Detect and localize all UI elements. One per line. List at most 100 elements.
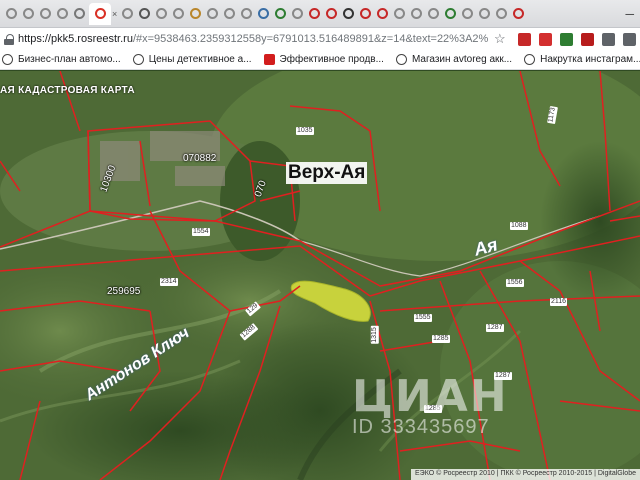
tab[interactable] xyxy=(375,7,389,21)
tab[interactable] xyxy=(171,7,185,21)
share-icon[interactable] xyxy=(602,32,615,46)
address-bar[interactable]: https://pkk5.rosreestr.ru/#x=9538463.235… xyxy=(0,28,640,50)
tab[interactable] xyxy=(273,7,287,21)
tab-favicon-icon xyxy=(393,8,405,19)
opera-icon[interactable] xyxy=(539,32,552,46)
tab-favicon-icon xyxy=(461,8,473,19)
close-tab-icon[interactable]: × xyxy=(112,9,117,19)
tab[interactable] xyxy=(426,7,440,21)
tab-favicon-icon xyxy=(427,8,439,19)
menu-icon[interactable] xyxy=(623,32,636,46)
tab[interactable] xyxy=(392,7,406,21)
parcel-label-1555[interactable]: 1555 xyxy=(414,314,432,322)
tab-favicon-icon xyxy=(444,8,456,19)
tab[interactable] xyxy=(409,7,423,21)
tab-favicon-icon xyxy=(223,8,235,19)
tab[interactable] xyxy=(137,7,151,21)
tab-favicon-icon xyxy=(308,8,320,19)
tab-favicon-icon xyxy=(291,8,303,19)
bookmark-item[interactable]: Эффективное продв... xyxy=(263,54,384,65)
tab-favicon-icon xyxy=(342,8,354,19)
tab-favicon-icon xyxy=(5,8,17,19)
tab[interactable] xyxy=(239,7,253,21)
url-host: https://pkk5.rosreestr.ru xyxy=(18,33,133,45)
parcel-label-1285-a[interactable]: 1285 xyxy=(432,335,450,343)
tab-favicon-icon xyxy=(138,8,150,19)
tab-favicon-icon xyxy=(206,8,218,19)
tab-favicon-icon xyxy=(478,8,490,19)
tab[interactable] xyxy=(460,7,474,21)
tab-favicon-icon xyxy=(495,8,507,19)
tab[interactable] xyxy=(256,7,270,21)
tab[interactable] xyxy=(290,7,304,21)
tab[interactable] xyxy=(188,7,202,21)
tab-favicon-icon xyxy=(189,8,201,19)
tab-favicon-icon xyxy=(121,8,133,19)
tab[interactable] xyxy=(511,7,525,21)
extension-badge-icon[interactable] xyxy=(560,32,573,46)
parcel-label-1554[interactable]: 1554 xyxy=(192,228,210,236)
globe-icon xyxy=(524,54,536,65)
parcel-label-2116[interactable]: 2116 xyxy=(550,298,568,306)
globe-icon xyxy=(132,54,144,65)
window-controls: ─ xyxy=(625,7,640,21)
tab-strip: × ─ xyxy=(0,0,640,28)
bookmark-label: Магазин avtoreg акк... xyxy=(411,54,513,65)
lock-icon[interactable] xyxy=(4,33,14,45)
tab[interactable] xyxy=(324,7,338,21)
tab-favicon-icon xyxy=(376,8,388,19)
tab[interactable] xyxy=(21,7,35,21)
tab-favicon-icon xyxy=(410,8,422,19)
minimize-icon[interactable]: ─ xyxy=(625,7,634,21)
cadastral-map[interactable]: АЯ КАДАСТРОВАЯ КАРТА Верх-Ая Ая Антонов … xyxy=(0,71,640,480)
bookmark-label: Эффективное продв... xyxy=(279,54,384,65)
tab[interactable] xyxy=(38,7,52,21)
parcel-label-1035[interactable]: 1035 xyxy=(296,127,314,135)
tab-favicon-icon xyxy=(172,8,184,19)
map-attribution: ЕЭКО © Росреестр 2010 | ПКК © Росреестр … xyxy=(411,469,640,480)
tab-favicon-icon xyxy=(359,8,371,19)
parcel-label-1287-a[interactable]: 1287 xyxy=(486,324,504,332)
tab[interactable] xyxy=(341,7,355,21)
parcel-label-2314[interactable]: 2314 xyxy=(160,278,178,286)
tab[interactable] xyxy=(443,7,457,21)
tab[interactable] xyxy=(494,7,508,21)
red-icon xyxy=(263,54,275,65)
parcel-label-1556[interactable]: 1556 xyxy=(506,279,524,287)
tab[interactable] xyxy=(72,7,86,21)
tab[interactable] xyxy=(205,7,219,21)
village-label[interactable]: Верх-Ая xyxy=(286,162,368,184)
tab-favicon-icon xyxy=(39,8,51,19)
map-title: АЯ КАДАСТРОВАЯ КАРТА xyxy=(0,85,135,96)
tab-favicon-icon xyxy=(274,8,286,19)
parcel-label-1315[interactable]: 1315 xyxy=(370,326,379,344)
parcel-label-259695[interactable]: 259695 xyxy=(106,287,141,297)
tab[interactable] xyxy=(55,7,69,21)
url-path: /#x=9538463.2359312558y=6791013.51648989… xyxy=(132,33,488,45)
tab[interactable] xyxy=(307,7,321,21)
bookmark-item[interactable]: Цены детективное а... xyxy=(132,54,252,65)
bookmark-item[interactable]: Накрутка инстаграм... xyxy=(524,54,640,65)
bookmark-item[interactable]: Бизнес-план автомо... xyxy=(2,54,121,65)
bookmark-star-icon[interactable]: ☆ xyxy=(494,31,506,47)
tab[interactable] xyxy=(4,7,18,21)
parcel-label-070882[interactable]: 070882 xyxy=(182,154,217,164)
bookmark-icon[interactable] xyxy=(518,32,531,46)
bookmark-label: Накрутка инстаграм... xyxy=(540,54,640,65)
tab-favicon-icon xyxy=(73,8,85,19)
tab-favicon-icon xyxy=(240,8,252,19)
url-field[interactable]: https://pkk5.rosreestr.ru/#x=9538463.235… xyxy=(18,33,488,45)
bookmark-item[interactable]: Магазин avtoreg акк... xyxy=(395,54,513,65)
globe-icon xyxy=(395,54,407,65)
tab-favicon-icon xyxy=(22,8,34,19)
watermark-logo: ЦИАН xyxy=(352,371,509,422)
tab[interactable] xyxy=(120,7,134,21)
tab[interactable] xyxy=(358,7,372,21)
pdf-icon[interactable] xyxy=(581,32,594,46)
parcel-label-1088[interactable]: 1088 xyxy=(510,222,528,230)
tab[interactable] xyxy=(222,7,236,21)
tab[interactable] xyxy=(477,7,491,21)
tab[interactable] xyxy=(154,7,168,21)
tab[interactable] xyxy=(89,2,111,25)
cian-watermark: ЦИАН ID 333435697 xyxy=(352,371,509,439)
